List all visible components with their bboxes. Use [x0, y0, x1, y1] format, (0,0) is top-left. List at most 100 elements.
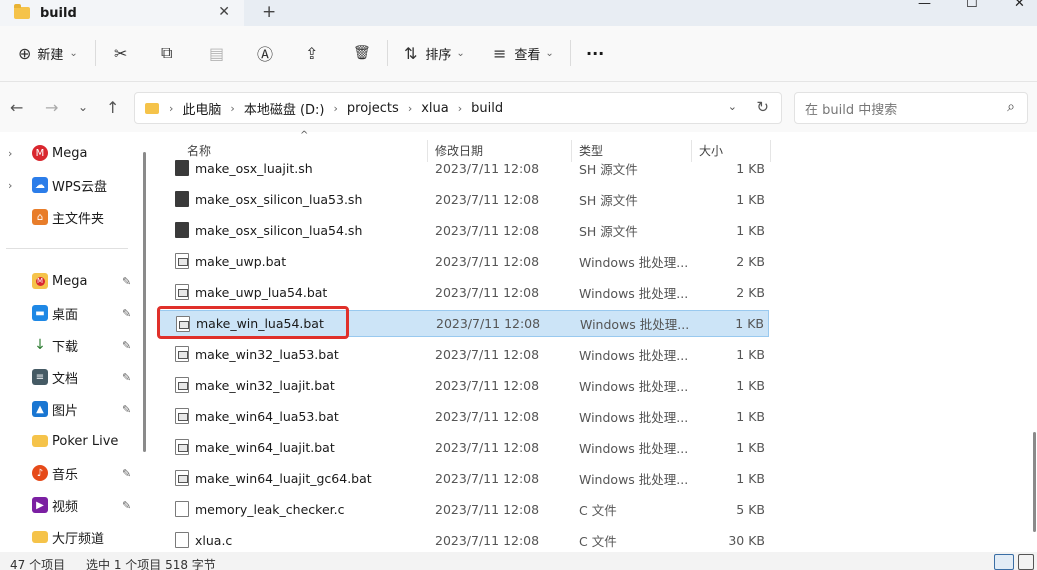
delete-button[interactable]: 🗑: [353, 40, 371, 66]
breadcrumb-this-pc[interactable]: 此电脑: [182, 99, 221, 118]
divider: [95, 40, 96, 66]
file-name: make_osx_luajit.sh: [195, 161, 313, 176]
file-row[interactable]: make_osx_silicon_lua54.sh 2023/7/11 12:08…: [158, 217, 769, 244]
command-bar: ⊕ 新建 ⌄ ✂ ⧉ ▤ Ⓐ ⇪ 🗑 ⇅ 排序 ⌄ ≡ 查看 ⌄ ···: [0, 26, 1037, 82]
sidebar-item-documents[interactable]: ≡ 文档 ✎: [0, 363, 140, 391]
file-date: 2023/7/11 12:08: [436, 316, 541, 331]
file-type: Windows 批处理...: [579, 348, 689, 363]
refresh-icon[interactable]: ↻: [756, 98, 769, 116]
expand-icon[interactable]: ›: [8, 179, 12, 192]
file-row[interactable]: make_uwp_lua54.bat 2023/7/11 12:08 Windows…: [158, 279, 769, 306]
cut-button[interactable]: ✂: [114, 40, 127, 66]
file-date: 2023/7/11 12:08: [435, 347, 540, 362]
file-row[interactable]: memory_leak_checker.c 2023/7/11 12:08 C 文件…: [158, 496, 769, 523]
pin-icon: ✎: [122, 370, 132, 384]
breadcrumb-xlua[interactable]: xlua: [421, 101, 449, 116]
chevron-right-icon: ›: [457, 101, 463, 115]
view-icon: ≡: [493, 43, 507, 63]
rename-button[interactable]: Ⓐ: [257, 40, 273, 66]
file-row[interactable]: make_win32_lua53.bat 2023/7/11 12:08 Windo…: [158, 341, 769, 368]
address-dropdown-icon[interactable]: ⌄: [728, 100, 737, 113]
file-row[interactable]: make_uwp.bat 2023/7/11 12:08 Windows 批处理..…: [158, 248, 769, 275]
close-tab-icon[interactable]: ✕: [218, 4, 230, 20]
breadcrumb-local-disk[interactable]: 本地磁盘 (D:): [244, 99, 325, 118]
file-type: SH 源文件: [579, 162, 638, 177]
search-input[interactable]: 在 build 中搜索 ⌕: [794, 92, 1028, 124]
shell-script-file-icon: [175, 160, 189, 176]
sidebar-item-wps-cloud[interactable]: › ☁ WPS云盘: [0, 171, 140, 199]
view-label: 查看: [514, 47, 541, 63]
minimize-button[interactable]: —: [918, 0, 931, 11]
maximize-button[interactable]: ☐: [966, 0, 978, 11]
chevron-right-icon: ›: [333, 101, 338, 115]
batch-file-icon: [175, 284, 189, 300]
new-button[interactable]: ⊕ 新建 ⌄: [18, 40, 78, 66]
sidebar-item-label: WPS云盘: [52, 179, 107, 195]
cut-icon: ✂: [114, 43, 128, 63]
plus-icon: ⊕: [18, 43, 32, 63]
new-tab-button[interactable]: +: [262, 2, 276, 22]
sidebar-item-videos[interactable]: ▶ 视频 ✎: [0, 491, 140, 519]
expand-icon[interactable]: ›: [8, 147, 12, 160]
file-row[interactable]: make_osx_silicon_lua53.sh 2023/7/11 12:08…: [158, 186, 769, 213]
file-date: 2023/7/11 12:08: [435, 254, 540, 269]
sidebar-scrollbar[interactable]: [143, 152, 146, 452]
sidebar-item-label: Poker Live: [52, 433, 119, 449]
file-list-scrollbar[interactable]: [1033, 432, 1036, 532]
breadcrumb-projects[interactable]: projects: [347, 101, 399, 116]
sidebar-item-home[interactable]: ⌂ 主文件夹: [0, 203, 140, 231]
sidebar-item-label: Mega: [52, 273, 88, 289]
file-list: ^ 名称 修改日期 类型 大小 make_osx_luajit.sh 2023/7…: [150, 130, 1037, 554]
sort-button[interactable]: ⇅ 排序 ⌄: [404, 40, 465, 66]
chevron-right-icon: ›: [169, 101, 174, 115]
sidebar-item-pictures[interactable]: ▲ 图片 ✎: [0, 395, 140, 423]
file-row[interactable]: make_win64_luajit_gc64.bat 2023/7/11 12:0…: [158, 465, 769, 492]
chevron-down-icon: ⌄: [456, 47, 465, 59]
file-type: Windows 批处理...: [579, 410, 689, 425]
paste-button[interactable]: ▤: [209, 40, 224, 66]
sidebar-item-mega-cloud[interactable]: › M Mega: [0, 139, 140, 167]
address-bar[interactable]: › 此电脑 › 本地磁盘 (D:) › projects › xlua › bu…: [134, 92, 782, 124]
details-view-button[interactable]: [994, 554, 1014, 570]
column-divider[interactable]: [770, 140, 771, 162]
item-count: 47 个项目: [10, 558, 66, 570]
folder-icon: [145, 102, 159, 114]
recent-locations-button[interactable]: ⌄: [78, 100, 88, 114]
chevron-down-icon: ⌄: [69, 47, 78, 59]
forward-button[interactable]: →: [45, 98, 58, 117]
tab-build[interactable]: build ✕: [0, 0, 244, 26]
sidebar-item-poker-live[interactable]: Poker Live: [0, 427, 140, 455]
view-button[interactable]: ≡ 查看 ⌄: [493, 40, 554, 66]
home-icon: ⌂: [32, 209, 48, 225]
sidebar-item-desktop[interactable]: ▬ 桌面 ✎: [0, 299, 140, 327]
file-row[interactable]: xlua.c 2023/7/11 12:08 C 文件 30 KB: [158, 527, 769, 554]
more-options-button[interactable]: ···: [586, 40, 604, 66]
file-name: make_osx_silicon_lua53.sh: [195, 192, 363, 207]
file-name: memory_leak_checker.c: [195, 502, 345, 517]
batch-file-icon: [175, 470, 189, 486]
sidebar-item-music[interactable]: ♪ 音乐 ✎: [0, 459, 140, 487]
trash-icon: 🗑: [353, 45, 371, 61]
breadcrumb-build[interactable]: build: [471, 101, 503, 116]
tiles-view-button[interactable]: [1018, 554, 1034, 570]
c-file-icon: [175, 532, 189, 548]
file-name: xlua.c: [195, 533, 233, 548]
back-button[interactable]: ←: [10, 98, 23, 117]
file-type: Windows 批处理...: [579, 255, 689, 270]
file-row[interactable]: make_win64_luajit.bat 2023/7/11 12:08 Wind…: [158, 434, 769, 461]
file-row[interactable]: make_win64_lua53.bat 2023/7/11 12:08 Windo…: [158, 403, 769, 430]
file-row[interactable]: make_win32_luajit.bat 2023/7/11 12:08 Wind…: [158, 372, 769, 399]
file-date: 2023/7/11 12:08: [435, 409, 540, 424]
sidebar-item-downloads[interactable]: ↓ 下载 ✎: [0, 331, 140, 359]
file-row[interactable]: make_osx_luajit.sh 2023/7/11 12:08 SH 源文件 1…: [158, 155, 769, 182]
up-button[interactable]: ↑: [106, 98, 119, 117]
sidebar-item-lobby-channel[interactable]: 大厅频道: [0, 523, 140, 551]
video-icon: ▶: [32, 497, 48, 513]
close-window-button[interactable]: ✕: [1014, 0, 1025, 11]
sidebar-item-mega[interactable]: M Mega ✎: [0, 267, 140, 295]
file-name: make_win64_luajit.bat: [195, 440, 335, 455]
navigation-pane: › M Mega › ☁ WPS云盘 ⌂ 主文件夹 M Mega ✎ ▬ 桌面 …: [0, 132, 150, 552]
status-bar: 47 个项目 选中 1 个项目 518 字节: [0, 552, 1037, 570]
copy-button[interactable]: ⧉: [161, 40, 172, 66]
share-button[interactable]: ⇪: [305, 40, 318, 66]
